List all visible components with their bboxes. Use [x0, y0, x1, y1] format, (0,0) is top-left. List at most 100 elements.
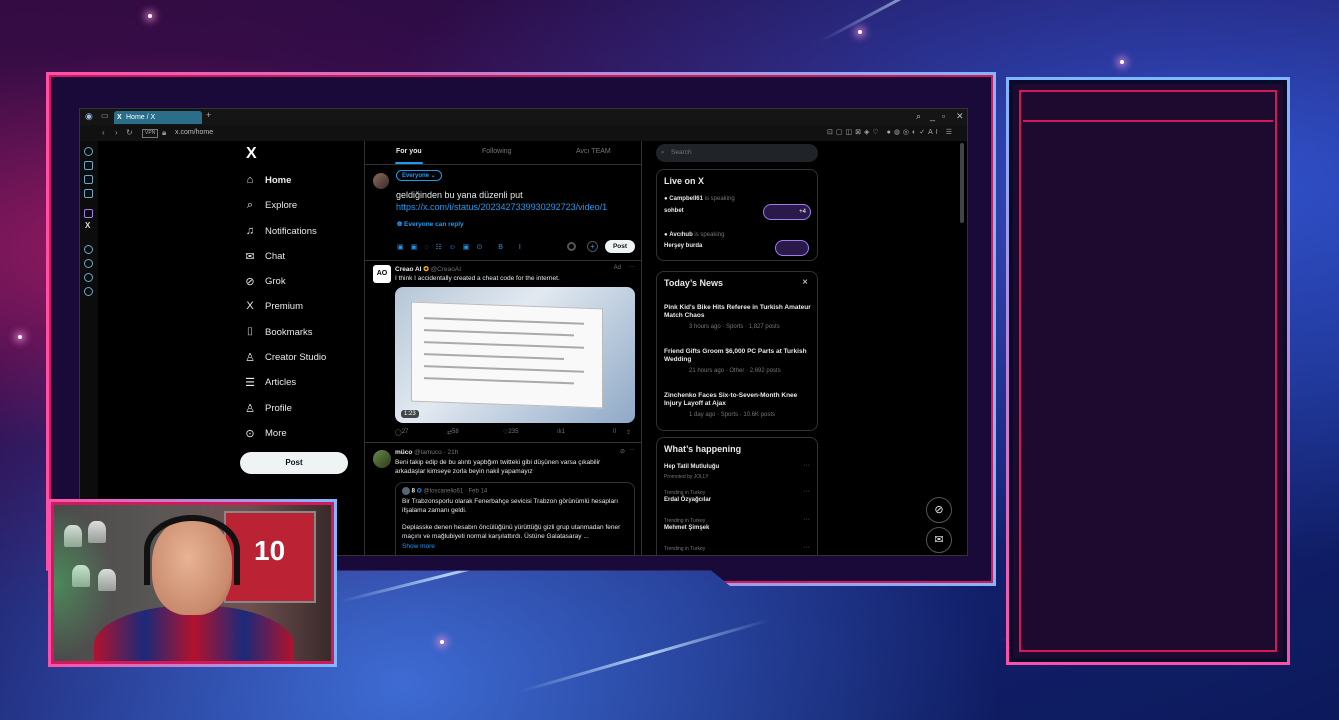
tab-for-you[interactable]: For you [396, 148, 422, 155]
x-logo-icon[interactable]: X [246, 145, 257, 163]
more-options-icon[interactable]: ··· [803, 462, 810, 469]
ad-label: Ad [613, 265, 621, 271]
messages-fab-icon[interactable]: ✉ [926, 527, 952, 553]
nav-item-profile[interactable]: ♙ Profile [244, 398, 292, 418]
show-more-link[interactable]: Show more [402, 543, 435, 550]
news-headline[interactable]: Zinchenko Faces Six-to-Seven-Month Knee … [664, 392, 814, 408]
tweet[interactable]: AO Creao AI ✪ @CreaoAI Ad ··· I think I … [365, 261, 641, 443]
close-window-icon[interactable]: ✕ [956, 111, 964, 122]
like-icon[interactable]: ♡ 235 [503, 429, 518, 436]
tab-following[interactable]: Following [482, 148, 512, 155]
quoted-tweet[interactable]: 8 ✪ @toscanelio61 · Feb 14 Bir Trabzonsp… [395, 482, 635, 555]
clock-icon[interactable] [84, 259, 93, 268]
quote-author[interactable]: 8 ✪ @toscanelio61 · Feb 14 [402, 487, 487, 495]
quote-text: Bir Trabzonsporlu olarak Fenerbahçe sevi… [402, 498, 619, 514]
live-host[interactable]: ● Campbell61 is speaking [664, 196, 735, 202]
tweet-text: I think I accidentally created a cheat c… [395, 275, 560, 282]
composer-text[interactable]: geldiğinden bu yana düzenli put [396, 190, 523, 200]
x-sidebar-icon[interactable]: X [85, 221, 90, 230]
nav-item-premium[interactable]: X Premium [244, 296, 303, 316]
reply-setting[interactable]: 🌐︎ Everyone can reply [397, 221, 464, 229]
more-options-icon[interactable]: ··· [803, 488, 810, 495]
repost-icon[interactable]: ⇄ 58 [447, 429, 459, 436]
nav-item-grok[interactable]: ⊘ Grok [244, 271, 285, 291]
tweet-author[interactable]: Creao AI ✪ @CreaoAI [395, 265, 461, 273]
search-tabs-icon[interactable]: ⌕ [916, 111, 921, 122]
more-icon: ⊙ [245, 427, 255, 440]
tweet-author[interactable]: müco @lamuco · 21h [395, 449, 458, 456]
extension-icons[interactable]: ⊡▢◫⊠◈♡ ●◍◎◐✓AI ☰ [827, 125, 955, 141]
live-topic[interactable]: sohbet [664, 208, 684, 214]
trend-topic[interactable]: Erdal Özyağcılar [664, 497, 711, 503]
nav-item-label: Home [265, 174, 292, 186]
tab-home[interactable]: X Home / X [114, 111, 202, 124]
tweet[interactable]: müco @lamuco · 21h ⊘ ··· Beni takip edip… [365, 444, 641, 555]
author-name[interactable]: Creao AI [395, 266, 422, 273]
nav-item-more[interactable]: ⊙ More [244, 423, 286, 443]
composer-link[interactable]: https://x.com/i/status/20234273399302927… [396, 202, 607, 212]
chat-bubble-icon[interactable] [84, 273, 93, 282]
nav-item-explore[interactable]: ⌕ Explore [244, 195, 297, 215]
nav-item-bookmarks[interactable]: ⌷ Bookmarks [244, 322, 313, 342]
scrollbar[interactable] [960, 143, 964, 223]
post-button[interactable]: Post [240, 452, 348, 474]
forward-icon[interactable]: › [115, 125, 118, 141]
ai-extension-label[interactable]: AI [928, 129, 941, 136]
search-input[interactable]: ⌕ Search [656, 144, 818, 162]
grok-fab-icon[interactable]: ⊘ [926, 497, 952, 523]
trend-topic[interactable]: Mehmet Şimşek [664, 525, 709, 531]
avatar[interactable] [373, 450, 391, 468]
composer-post-button[interactable]: Post [605, 240, 635, 253]
nav-item-chat[interactable]: ✉ Chat [244, 246, 285, 266]
live-avatars[interactable] [775, 240, 809, 256]
nav-item-home[interactable]: ⌂ Home [244, 170, 292, 190]
grok-icon[interactable]: ⊘ [620, 448, 625, 455]
settings-icon[interactable] [84, 287, 93, 296]
trend-topic[interactable]: Hep Tatil Mutluluğu [664, 464, 719, 470]
vpn-badge[interactable]: VPN [142, 129, 159, 138]
audience-selector[interactable]: Everyone ⌄ [396, 170, 442, 181]
reply-icon[interactable]: ◯ 27 [395, 429, 408, 436]
robot-icon[interactable] [84, 161, 93, 170]
messenger-icon[interactable] [84, 209, 93, 218]
minimize-icon[interactable]: _ [930, 111, 935, 121]
author-handle[interactable]: @lamuco · 21h [414, 449, 458, 456]
sidebar-toggle-icon[interactable]: ▭ [101, 111, 109, 120]
mail-icon: ✉ [245, 250, 255, 263]
target-icon[interactable] [84, 245, 93, 254]
share-icon[interactable]: ⇪ [626, 429, 631, 436]
author-handle[interactable]: @CreaoAI [431, 266, 461, 273]
bookmark-icon[interactable]: ⌷ [613, 429, 617, 436]
close-icon[interactable]: × [802, 277, 808, 288]
more-options-icon[interactable]: ··· [803, 544, 810, 551]
new-tab-icon[interactable]: + [206, 110, 211, 120]
news-headline[interactable]: Friend Gifts Groom $6,000 PC Parts at Tu… [664, 348, 814, 364]
reload-icon[interactable]: ↻ [126, 125, 133, 141]
tweet-video[interactable]: 1:23 [395, 287, 635, 423]
back-icon[interactable]: ‹ [102, 125, 105, 141]
news-headline[interactable]: Pink Kid's Bike Hits Referee in Turkish … [664, 304, 814, 320]
nav-item-articles[interactable]: ☰ Articles [244, 372, 296, 392]
more-options-icon[interactable]: ··· [629, 447, 635, 453]
live-avatars[interactable]: +4 [763, 204, 811, 220]
tab-avci-team[interactable]: Avcı TEAM [576, 148, 611, 155]
creao-avatar[interactable]: AO [373, 265, 391, 283]
add-post-icon[interactable]: + [587, 241, 598, 252]
live-host[interactable]: ● Avcıhub is speaking [664, 232, 724, 238]
history-icon[interactable] [84, 147, 93, 156]
author-name[interactable]: müco [395, 449, 412, 456]
more-options-icon[interactable]: ··· [803, 516, 810, 523]
nav-item-creator-studio[interactable]: ♙ Creator Studio [244, 347, 326, 367]
reader-icon[interactable] [84, 189, 93, 198]
browser-menu-icon[interactable]: ◉ [85, 111, 93, 122]
url-field[interactable]: x.com/home [175, 125, 213, 141]
view-count: 1 [561, 429, 566, 435]
live-topic[interactable]: Herşey burda [664, 243, 702, 249]
avatar[interactable] [373, 173, 389, 189]
notes-icon[interactable] [84, 175, 93, 184]
maximize-icon[interactable]: ▫ [942, 111, 945, 121]
more-options-icon[interactable]: ··· [629, 264, 635, 270]
nav-item-notifications[interactable]: ♫ Notifications [244, 221, 317, 241]
composer-toolbar[interactable]: ▣▣◌☷☺▣⊙ B I [397, 243, 528, 251]
views-icon[interactable]: ılı 1 [557, 429, 566, 435]
